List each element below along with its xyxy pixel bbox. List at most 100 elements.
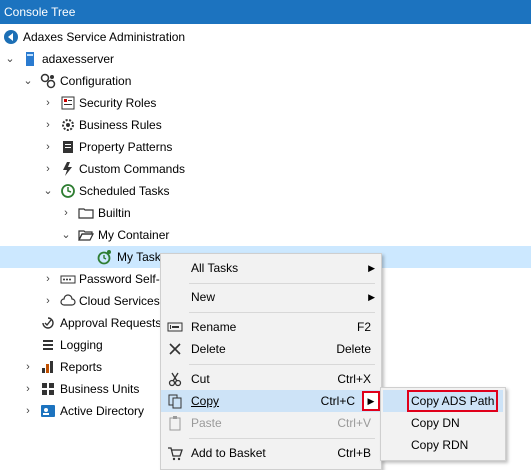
approval-requests-icon (40, 315, 56, 331)
tree-item-security-roles[interactable]: › Security Roles (0, 92, 531, 114)
menu-separator (189, 283, 375, 284)
menu-item-shortcut: Ctrl+V (337, 416, 371, 430)
menu-item-shortcut: Ctrl+B (337, 446, 371, 460)
chevron-right-icon[interactable]: › (42, 92, 54, 114)
submenu-item-copy-ads-path[interactable]: Copy ADS Path (383, 390, 503, 412)
cloud-icon (60, 293, 76, 309)
chevron-right-icon[interactable]: › (60, 202, 72, 224)
adaxes-logo-icon (3, 29, 19, 45)
tree-item-property-patterns[interactable]: › Property Patterns (0, 136, 531, 158)
tree-item-label: Active Directory (60, 404, 145, 418)
server-icon (22, 51, 38, 67)
menu-item-copy[interactable]: Copy Ctrl+C ▶ (161, 390, 381, 412)
menu-item-new[interactable]: New ▶ (161, 286, 381, 308)
chevron-right-icon[interactable]: › (42, 158, 54, 180)
tree-item-label: My Container (98, 228, 170, 242)
tree-item-label: Business Rules (79, 118, 162, 132)
tree-item-server[interactable]: ⌄ adaxesserver (0, 48, 531, 70)
submenu-item-copy-rdn[interactable]: Copy RDN (383, 434, 503, 456)
tree-item-label: Scheduled Tasks (79, 184, 170, 198)
menu-item-shortcut: Delete (336, 342, 371, 356)
menu-item-rename[interactable]: Rename F2 (161, 316, 381, 338)
submenu-arrow-icon: ▶ (368, 263, 375, 273)
chevron-right-icon[interactable]: › (42, 114, 54, 136)
chevron-right-icon[interactable]: › (42, 290, 54, 312)
context-menu: All Tasks ▶ New ▶ Rename F2 Delete Delet… (160, 253, 382, 470)
menu-item-label: Rename (191, 320, 237, 334)
menu-item-shortcut: Ctrl+C (320, 394, 355, 408)
tree-item-label: Property Patterns (79, 140, 173, 154)
submenu-item-copy-dn[interactable]: Copy DN (383, 412, 503, 434)
tree-item-label: My Task (117, 250, 161, 264)
tree-item-label: adaxesserver (42, 52, 115, 66)
menu-item-label: Add to Basket (191, 446, 266, 460)
menu-separator (189, 438, 375, 439)
menu-item-shortcut: Ctrl+X (337, 372, 371, 386)
menu-item-all-tasks[interactable]: All Tasks ▶ (161, 257, 381, 279)
menu-item-label: Delete (191, 342, 226, 356)
console-tree-header: Console Tree (0, 0, 531, 24)
lightning-icon (60, 161, 76, 177)
chevron-right-icon[interactable]: › (22, 378, 34, 400)
chevron-down-icon[interactable]: ⌄ (4, 48, 16, 70)
menu-item-label: Copy (191, 394, 220, 408)
tree-item-label: Approval Requests (60, 316, 162, 330)
copy-icon (167, 393, 183, 409)
clock-icon (60, 183, 76, 199)
menu-item-label: Copy RDN (411, 438, 469, 452)
copy-submenu: Copy ADS Path Copy DN Copy RDN (380, 387, 506, 461)
delete-x-icon (167, 341, 183, 357)
chevron-down-icon[interactable]: ⌄ (60, 224, 72, 246)
tree-item-label: Security Roles (79, 96, 157, 110)
tree-item-business-rules[interactable]: › Business Rules (0, 114, 531, 136)
menu-separator (189, 312, 375, 313)
business-units-icon (40, 381, 56, 397)
menu-item-label: Cut (191, 372, 210, 386)
password-icon (60, 271, 76, 287)
menu-item-add-to-basket[interactable]: Add to Basket Ctrl+B (161, 442, 381, 464)
security-roles-icon (60, 95, 76, 111)
chevron-right-icon[interactable]: › (22, 356, 34, 378)
bar-chart-icon (40, 359, 56, 375)
tree-item-root[interactable]: Adaxes Service Administration (0, 26, 531, 48)
chevron-right-icon[interactable]: › (22, 400, 34, 422)
menu-item-label: New (191, 290, 216, 304)
tree-item-custom-commands[interactable]: › Custom Commands (0, 158, 531, 180)
folder-open-icon (78, 227, 94, 243)
menu-item-paste: Paste Ctrl+V (161, 412, 381, 434)
chevron-down-icon[interactable]: ⌄ (42, 180, 54, 202)
submenu-arrow-icon: ▶ (368, 292, 375, 302)
menu-item-label: Copy DN (411, 416, 460, 430)
paste-icon (167, 415, 183, 431)
tree-item-label: Reports (60, 360, 103, 374)
scissors-icon (167, 371, 183, 387)
menu-item-label: Paste (191, 416, 222, 430)
rename-icon (167, 319, 183, 335)
folder-icon (78, 205, 94, 221)
tree-item-label: Builtin (98, 206, 131, 220)
tree-item-scheduled-tasks[interactable]: ⌄ Scheduled Tasks (0, 180, 531, 202)
chevron-right-icon[interactable]: › (42, 136, 54, 158)
logging-icon (40, 337, 56, 353)
menu-item-label: Copy ADS Path (406, 390, 499, 412)
menu-separator (189, 364, 375, 365)
chevron-down-icon[interactable]: ⌄ (22, 70, 34, 92)
active-directory-icon (40, 403, 56, 419)
menu-item-label: All Tasks (191, 261, 239, 275)
menu-item-cut[interactable]: Cut Ctrl+X (161, 368, 381, 390)
scheduled-task-icon (96, 249, 112, 265)
tree-item-configuration[interactable]: ⌄ Configuration (0, 70, 531, 92)
chevron-right-icon[interactable]: › (42, 268, 54, 290)
basket-icon (167, 445, 183, 461)
property-patterns-icon (60, 139, 76, 155)
tree-item-label: Cloud Services (79, 294, 160, 308)
configuration-icon (40, 73, 56, 89)
tree-item-label: Configuration (60, 74, 132, 88)
tree-item-my-container[interactable]: ⌄ My Container (0, 224, 531, 246)
gear-icon (60, 117, 76, 133)
submenu-arrow-icon: ▶ (362, 391, 380, 411)
tree-item-builtin[interactable]: › Builtin (0, 202, 531, 224)
tree-item-label: Custom Commands (79, 162, 186, 176)
menu-item-delete[interactable]: Delete Delete (161, 338, 381, 360)
tree-item-label: Adaxes Service Administration (23, 30, 186, 44)
